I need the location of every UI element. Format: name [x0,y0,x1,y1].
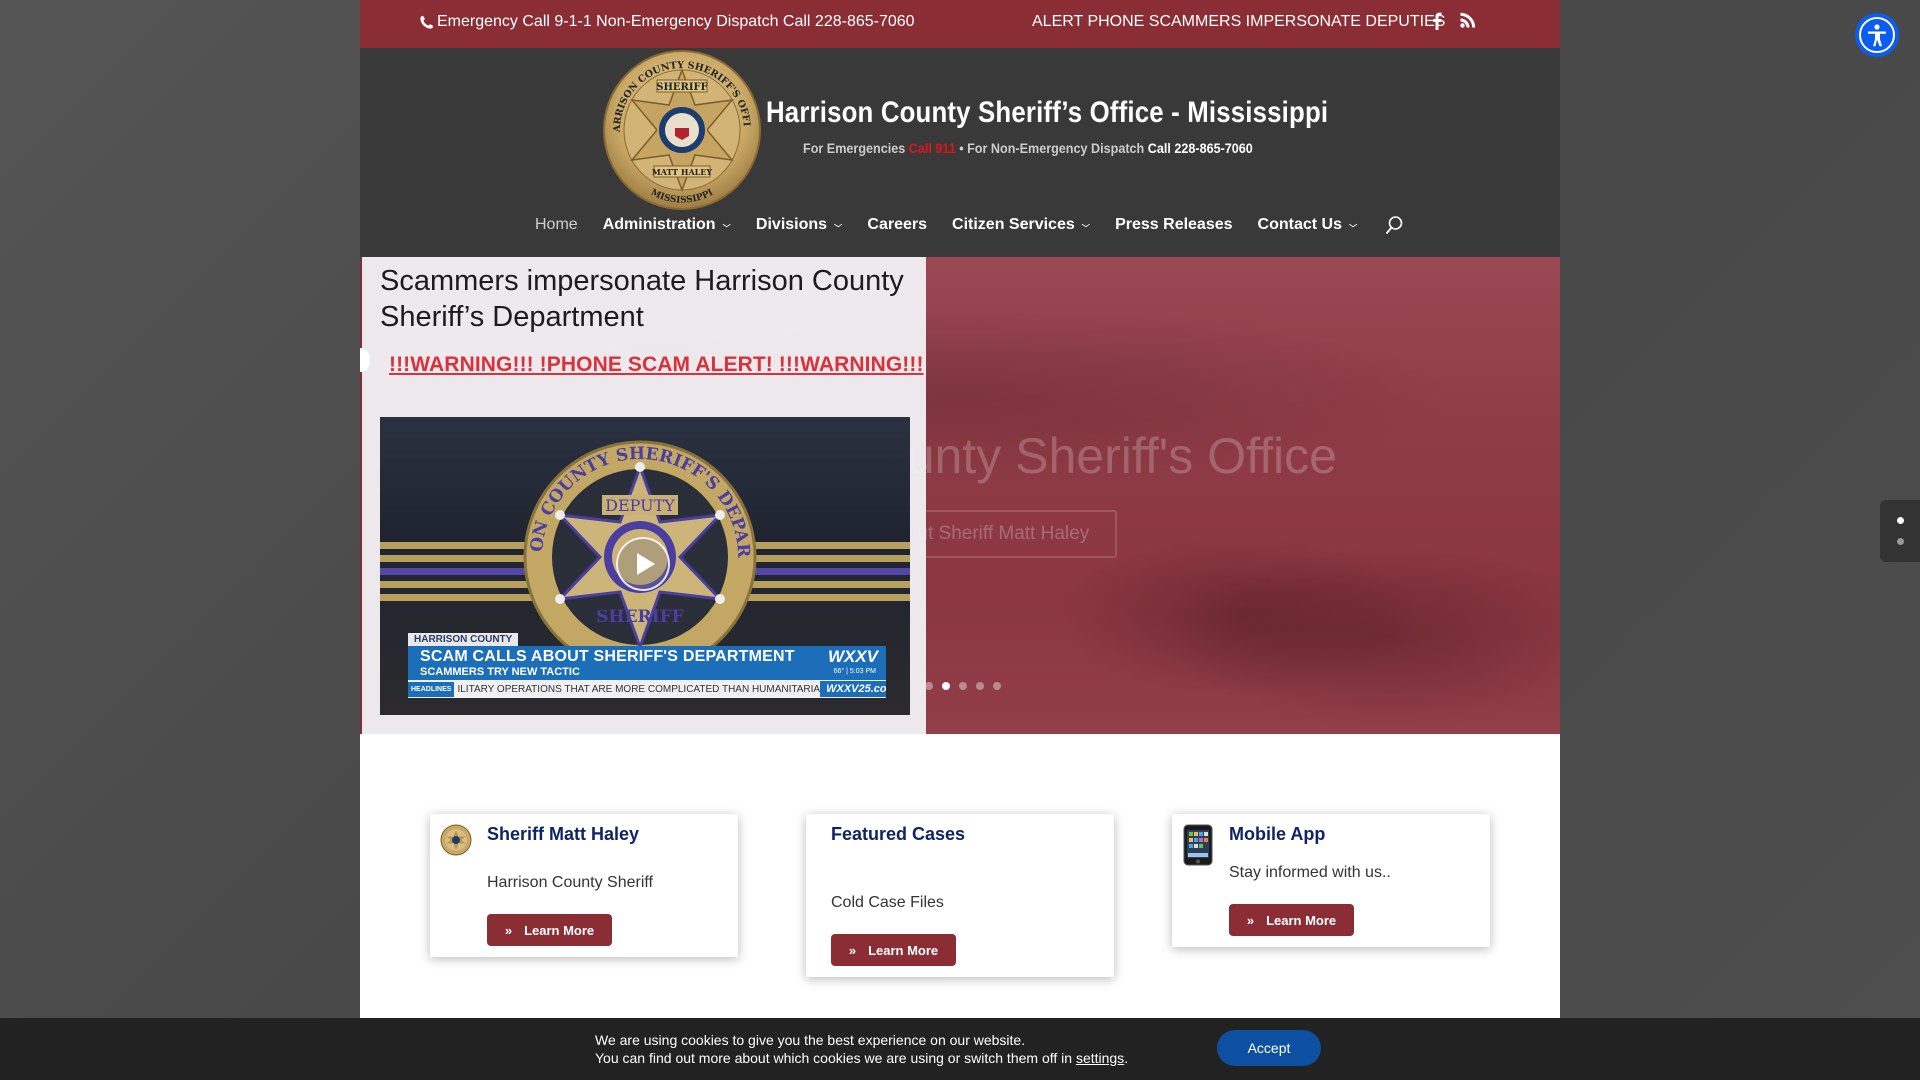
cookie-settings-link[interactable]: settings [1076,1050,1124,1066]
accessibility-icon [1859,17,1895,53]
double-chevron-right-icon: » [504,922,513,938]
chyron-headline-bar: SCAM CALLS ABOUT SHERIFF'S DEPARTMENT SC… [408,646,886,680]
section-dot-active[interactable] [1897,517,1904,524]
chevron-down-icon: ⌵ [1081,220,1091,229]
button-label: Learn More [1266,912,1337,928]
learn-more-button[interactable]: » Learn More [831,934,956,966]
chyron-subheadline: SCAMMERS TRY NEW TACTIC [420,666,580,678]
nav-item-contact-us[interactable]: Contact Us ⌵ [1258,216,1358,234]
cookie-line-2: You can find out more about which cookie… [595,1049,1128,1067]
cookie-message: We are using cookies to give you the bes… [595,1031,1128,1067]
nav-item-divisions[interactable]: Divisions ⌵ [756,216,842,234]
cookie-line-1: We are using cookies to give you the bes… [595,1032,1026,1048]
dispatch-number: Call 228-865-7060 [1147,140,1253,156]
ticker-text: ILITARY OPERATIONS THAT ARE MORE COMPLIC… [457,683,821,695]
nav-item-home[interactable]: Home [535,216,578,234]
chyron-headline: SCAM CALLS ABOUT SHERIFF'S DEPARTMENT [420,648,795,665]
station-logo: WXXV [827,647,878,666]
subtitle-middle: • For Non-Emergency Dispatch [955,140,1148,156]
news-ticker: HEADLINES ILITARY OPERATIONS THAT ARE MO… [408,680,886,698]
card-text: Harrison County Sheriff [487,874,653,891]
smartphone-icon [1183,824,1213,866]
scam-alert-popup: Scammers impersonate Harrison County She… [360,257,929,734]
subtitle-prefix: For Emergencies [803,140,909,156]
social-links [1432,12,1476,30]
section-dot-nav [1880,500,1920,562]
top-bar: Emergency Call 9-1-1 Non-Emergency Dispa… [360,0,1560,48]
accessibility-button[interactable] [1855,13,1899,57]
nav-label: Administration [602,216,716,233]
news-video[interactable]: HARRISON COUNTY SHERIFF'S DEPARTMENT DEP… [380,417,910,715]
popup-title: Scammers impersonate Harrison County She… [380,265,904,333]
cookie-line-2-suffix: . [1124,1050,1129,1066]
emergency-info: Emergency Call 9-1-1 Non-Emergency Dispa… [420,13,915,31]
site-header: SHERIFF MATT HALEY HARRISON COUNTY SHERI… [360,48,1560,257]
site-title[interactable]: Harrison County Sheriff’s Office - Missi… [766,96,1328,130]
slider-pagination [925,682,1001,690]
site-subtitle: For Emergencies Call 911 • For Non-Emerg… [803,140,1253,156]
double-chevron-right-icon: » [848,942,857,958]
popup-handle[interactable] [360,348,370,372]
card-title[interactable]: Mobile App [1229,824,1325,845]
slide-dot-active[interactable] [942,682,950,690]
nav-label: Citizen Services [952,216,1075,233]
station-website: WXXV25.com [820,681,886,697]
accept-cookies-button[interactable]: Accept [1217,1030,1321,1066]
nav-label: Press Releases [1115,216,1233,233]
slide-dot[interactable] [976,682,984,690]
nav-item-administration[interactable]: Administration ⌵ [603,216,731,234]
chevron-down-icon: ⌵ [722,220,731,229]
card-text: Stay informed with us.. [1229,864,1391,881]
rss-icon[interactable] [1460,12,1476,28]
cookie-line-2-text: You can find out more about which cookie… [595,1050,1076,1066]
ticker-tag: HEADLINES [408,681,455,697]
card-title[interactable]: Sheriff Matt Haley [487,824,639,845]
nav-item-press-releases[interactable]: Press Releases [1115,216,1232,234]
sheriff-badge-icon [440,824,472,856]
scam-alert-link[interactable]: ALERT PHONE SCAMMERS IMPERSONATE DEPUTIE… [1032,13,1445,31]
nav-item-citizen-services[interactable]: Citizen Services ⌵ [952,216,1090,234]
nav-item-careers[interactable]: Careers [867,216,927,234]
button-label: Learn More [868,942,939,958]
card-text: Cold Case Files [831,894,944,911]
cookie-consent-bar: We are using cookies to give you the bes… [0,1018,1920,1080]
chevron-down-icon: ⌵ [1348,220,1358,229]
main-nav: Home Administration ⌵ Divisions ⌵ Career… [535,210,1404,240]
slide-dot[interactable] [925,682,933,690]
page-container: Emergency Call 9-1-1 Non-Emergency Dispa… [360,0,1560,1080]
slide-dot[interactable] [993,682,1001,690]
nav-label: Careers [867,216,928,233]
learn-more-button[interactable]: » Learn More [487,914,612,946]
nav-label: Divisions [755,216,828,233]
nav-label: Contact Us [1257,216,1342,233]
play-button-icon[interactable] [616,537,670,591]
chyron-label: HARRISON COUNTY [408,633,519,646]
warning-link[interactable]: !!!WARNING!!! !PHONE SCAM ALERT! !!!WARN… [389,353,929,377]
section-dot[interactable] [1897,538,1904,545]
card-mobile-app: Mobile App Stay informed with us.. » Lea… [1172,814,1490,947]
learn-more-button[interactable]: » Learn More [1229,904,1354,936]
button-label: Learn More [524,922,595,938]
svg-text:SHERIFF: SHERIFF [656,82,707,93]
badge-banner-text: DEPUTY [605,496,675,515]
double-chevron-right-icon: » [1246,912,1255,928]
card-featured-cases: Featured Cases Cold Case Files » Learn M… [806,814,1114,977]
chyron-time: 66° | 5:03 PM [833,668,876,675]
slide-dot[interactable] [959,682,967,690]
chevron-down-icon: ⌵ [834,220,843,229]
sheriff-badge-logo[interactable]: SHERIFF MATT HALEY HARRISON COUNTY SHERI… [602,50,762,210]
search-icon[interactable] [1384,215,1404,235]
hero-slider: Harrison County Sheriff's Office Learn A… [360,257,1560,734]
facebook-icon[interactable] [1432,12,1442,30]
badge-bottom-text: SHERIFF [596,607,684,627]
nav-label: Home [535,216,578,233]
emergency-text: Emergency Call 9-1-1 Non-Emergency Dispa… [437,13,915,30]
svg-text:MATT HALEY: MATT HALEY [652,167,713,177]
card-sheriff: Sheriff Matt Haley Harrison County Sheri… [430,814,738,957]
card-title[interactable]: Featured Cases [831,824,965,845]
phone-icon [420,15,434,29]
call-911-text: Call 911 [908,140,956,156]
